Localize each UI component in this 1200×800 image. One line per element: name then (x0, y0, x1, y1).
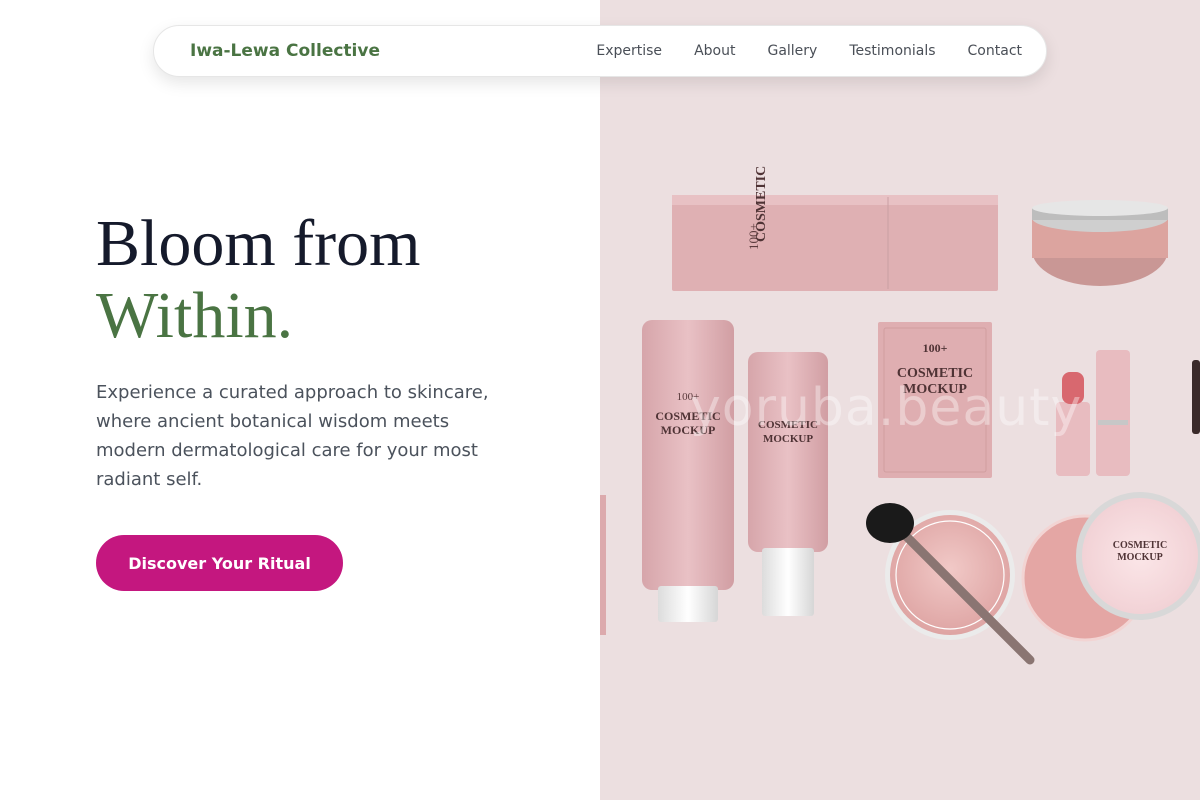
hero-title: Bloom from Within. (96, 208, 421, 352)
hero-description: Experience a curated approach to skincar… (96, 382, 489, 490)
nav-link-gallery[interactable]: Gallery (767, 43, 817, 59)
nav-link-contact[interactable]: Contact (968, 43, 1022, 59)
nav-link-expertise[interactable]: Expertise (596, 43, 662, 59)
pouch-label: 100+ (923, 341, 948, 355)
nav-link-testimonials[interactable]: Testimonials (849, 43, 935, 59)
svg-text:MOCKUP: MOCKUP (1117, 552, 1163, 563)
nav-links: Expertise About Gallery Testimonials Con… (596, 43, 1022, 59)
image-watermark: yoruba.beauty (690, 378, 1083, 438)
top-navbar: Iwa-Lewa Collective Expertise About Gall… (153, 25, 1047, 77)
hero-title-accent: Within. (96, 279, 294, 352)
hero-title-line1: Bloom from (96, 207, 421, 280)
nav-link-about[interactable]: About (694, 43, 735, 59)
brand-logo-link[interactable]: Iwa-Lewa Collective (190, 41, 380, 61)
svg-text:COSMETIC: COSMETIC (754, 166, 769, 242)
svg-text:COSMETIC: COSMETIC (1113, 540, 1167, 551)
discover-ritual-button[interactable]: Discover Your Ritual (96, 535, 343, 591)
